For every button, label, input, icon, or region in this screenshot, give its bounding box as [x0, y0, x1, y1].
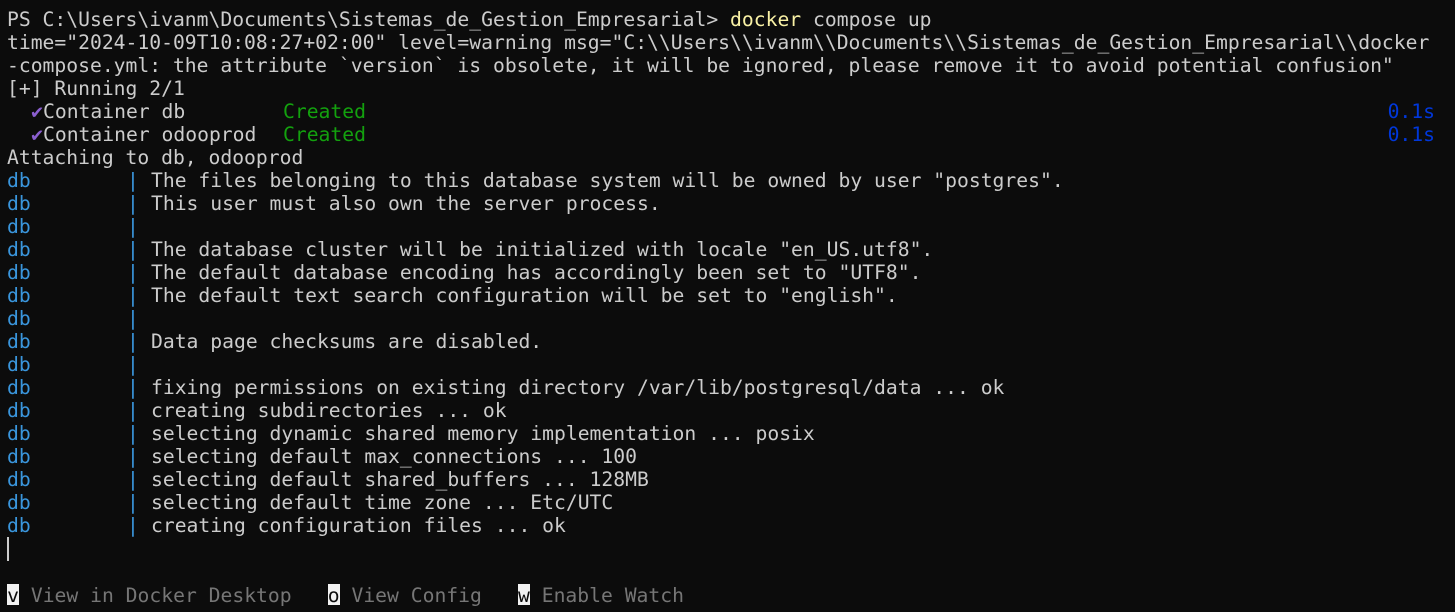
container-status: Created — [283, 123, 366, 146]
log-source: db — [7, 238, 31, 261]
log-line: db | selecting default time zone ... Etc/U… — [7, 491, 1447, 514]
log-line: db | The files belonging to this database … — [7, 169, 1447, 192]
shortcut-w[interactable]: w Enable Watch — [517, 584, 684, 607]
log-separator: | — [127, 491, 139, 514]
log-message: fixing permissions on existing directory… — [151, 376, 1005, 399]
container-time: 0.1s — [1387, 123, 1435, 146]
log-message: creating subdirectories ... ok — [151, 399, 507, 422]
log-output: db | The files belonging to this database … — [7, 169, 1447, 537]
warning-line-1: time="2024-10-09T10:08:27+02:00" level=w… — [7, 31, 1430, 54]
log-separator: | — [127, 422, 139, 445]
terminal-output: PS C:\Users\ivanm\Documents\Sistemas_de_… — [7, 8, 1447, 537]
log-source: db — [7, 376, 31, 399]
log-separator: | — [127, 192, 139, 215]
container-row: ✔Container db Created 0.1s — [7, 100, 1447, 123]
log-line: db | The database cluster will be initiali… — [7, 238, 1447, 261]
log-separator: | — [127, 284, 139, 307]
log-line: db | Data page checksums are disabled. — [7, 330, 1447, 353]
running-status: [+] Running 2/1 — [7, 77, 185, 100]
log-separator: | — [127, 238, 139, 261]
shortcut-key: v — [7, 584, 19, 607]
log-source: db — [7, 445, 31, 468]
log-line: db | selecting default shared_buffers ... … — [7, 468, 1447, 491]
container-name: Container db — [43, 100, 186, 123]
command-args: compose up — [801, 8, 932, 31]
log-line: db | — [7, 353, 1447, 376]
log-separator: | — [127, 468, 139, 491]
checkmark-icon: ✔ — [31, 100, 43, 123]
log-source: db — [7, 307, 31, 330]
log-message: selecting default time zone ... Etc/UTC — [151, 491, 614, 514]
log-line: db | selecting dynamic shared memory imple… — [7, 422, 1447, 445]
command-name: docker — [730, 8, 802, 31]
log-message: The default text search configuration wi… — [151, 284, 898, 307]
log-separator: | — [127, 399, 139, 422]
checkmark-icon: ✔ — [31, 123, 43, 146]
log-line: db | The default text search configuration… — [7, 284, 1447, 307]
log-message: This user must also own the server proce… — [151, 192, 661, 215]
text-cursor — [7, 537, 9, 561]
log-separator: | — [127, 445, 139, 468]
log-separator: | — [127, 514, 139, 537]
log-line: db | creating configuration files ... ok — [7, 514, 1447, 537]
log-separator: | — [127, 169, 139, 192]
shortcut-o[interactable]: o View Config — [327, 584, 482, 607]
log-source: db — [7, 468, 31, 491]
log-source: db — [7, 422, 31, 445]
log-line: db | creating subdirectories ... ok — [7, 399, 1447, 422]
warning-line-2: -compose.yml: the attribute `version` is… — [7, 54, 1394, 77]
shortcut-label: View in Docker Desktop — [19, 584, 292, 607]
shortcut-key: o — [327, 584, 340, 607]
container-time: 0.1s — [1387, 100, 1435, 123]
log-line: db | — [7, 307, 1447, 330]
log-source: db — [7, 330, 31, 353]
container-row: ✔Container odooprod Created 0.1s — [7, 123, 1447, 146]
shortcut-v[interactable]: v View in Docker Desktop — [7, 584, 292, 607]
log-message: Data page checksums are disabled. — [151, 330, 543, 353]
log-message: creating configuration files ... ok — [151, 514, 566, 537]
log-separator: | — [127, 376, 139, 399]
log-source: db — [7, 491, 31, 514]
log-separator: | — [127, 215, 139, 238]
log-line: db | selecting default max_connections ...… — [7, 445, 1447, 468]
container-name: Container odooprod — [43, 123, 257, 146]
shortcut-bar: v View in Docker Desktop o View Config w E… — [7, 584, 684, 607]
log-separator: | — [127, 307, 139, 330]
log-message: The files belonging to this database sys… — [151, 169, 1064, 192]
log-separator: | — [127, 330, 139, 353]
log-source: db — [7, 353, 31, 376]
log-line: db | This user must also own the server pr… — [7, 192, 1447, 215]
log-separator: | — [127, 261, 139, 284]
log-source: db — [7, 399, 31, 422]
log-line: db | fixing permissions on existing direct… — [7, 376, 1447, 399]
log-source: db — [7, 284, 31, 307]
log-message: The database cluster will be initialized… — [151, 238, 934, 261]
log-message: selecting default max_connections ... 10… — [151, 445, 637, 468]
log-source: db — [7, 169, 31, 192]
prompt-line: PS C:\Users\ivanm\Documents\Sistemas_de_… — [7, 8, 1447, 31]
shortcut-label: View Config — [339, 584, 482, 607]
log-message: selecting dynamic shared memory implemen… — [151, 422, 815, 445]
log-message: selecting default shared_buffers ... 128… — [151, 468, 649, 491]
log-line: db | — [7, 215, 1447, 238]
shortcut-key: w — [517, 584, 530, 607]
log-source: db — [7, 192, 31, 215]
container-status: Created — [283, 100, 366, 123]
prompt-path: PS C:\Users\ivanm\Documents\Sistemas_de_… — [7, 8, 731, 31]
log-line: db | The default database encoding has acc… — [7, 261, 1447, 284]
log-message: The default database encoding has accord… — [151, 261, 922, 284]
terminal-window: { "prompt": { "path": "PS C:\\Users\\iva… — [0, 0, 1455, 612]
attaching-line: Attaching to db, odooprod — [7, 146, 304, 169]
log-source: db — [7, 514, 31, 537]
shortcut-label: Enable Watch — [529, 584, 684, 607]
log-source: db — [7, 215, 31, 238]
log-separator: | — [127, 353, 139, 376]
log-source: db — [7, 261, 31, 284]
